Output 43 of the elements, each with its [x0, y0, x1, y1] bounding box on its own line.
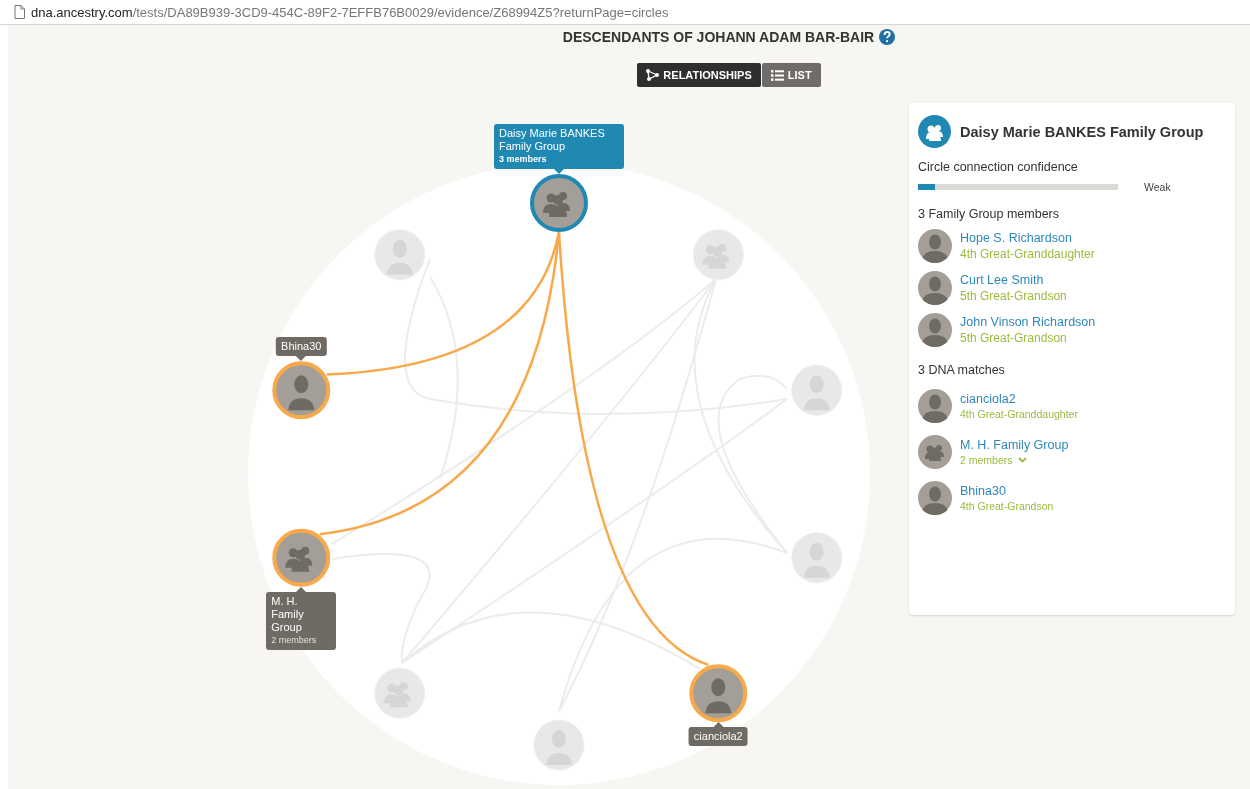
match-relation: 4th Great-Granddaughter: [960, 408, 1078, 420]
member-link[interactable]: John Vinson Richardson: [960, 315, 1096, 329]
person-node[interactable]: [272, 361, 331, 420]
section-heading: 3 Family Group members: [918, 207, 1060, 221]
confidence-reading: Weak: [1144, 181, 1171, 193]
network-icon: [646, 69, 660, 81]
person-avatar-icon: [918, 229, 952, 263]
group-node[interactable]: [530, 174, 588, 232]
person-avatar-icon: [918, 389, 952, 423]
tooltip-subtitle: 3 members: [499, 153, 548, 166]
tooltip-subtitle: 2 members: [271, 633, 318, 647]
tooltip-title: cianciola2: [693, 730, 743, 744]
member-relation: 5th Great-Grandson: [960, 331, 1068, 345]
member-link[interactable]: Curt Lee Smith: [960, 273, 1067, 287]
group-icon: [918, 115, 951, 148]
view-tab[interactable]: RELATIONSHIPS: [637, 63, 761, 87]
tooltip-title: M. H. Family Group: [271, 594, 305, 634]
section-heading: 3 DNA matches: [918, 363, 1006, 377]
person-avatar-icon: [918, 481, 952, 515]
help-icon[interactable]: [879, 29, 896, 45]
match-link[interactable]: Bhina30: [960, 484, 1054, 498]
members-toggle[interactable]: 2 members: [960, 454, 1069, 466]
match-link[interactable]: M. H. Family Group: [960, 438, 1069, 452]
match-link[interactable]: cianciola2: [960, 392, 1078, 406]
match-relation: 4th Great-Grandson: [960, 500, 1054, 512]
person-node[interactable]: [689, 664, 748, 723]
member-relation: 4th Great-Granddaughter: [960, 247, 1095, 261]
card-title: Daisy Marie BANKES Family Group: [960, 123, 1204, 140]
page-icon: [14, 5, 25, 19]
view-tab[interactable]: LIST: [761, 63, 821, 87]
tooltip-title: Bhina30: [281, 340, 322, 354]
list-icon: [770, 69, 784, 81]
person-avatar-icon: [918, 313, 952, 347]
url-text: dna.ancestry.com/tests/DA89B939-3CD9-454C-89F2-7EFFB76B0029/evidence/Z68994Z5?returnPage=circles: [31, 4, 669, 20]
group-node[interactable]: [272, 528, 331, 587]
page-title: DESCENDANTS OF JOHANN ADAM BAR-BAIR: [562, 28, 875, 47]
member-link[interactable]: Hope S. Richardson: [960, 231, 1095, 245]
tooltip-title: Daisy Marie BANKES Family Group: [499, 127, 606, 153]
group-avatar-icon: [918, 435, 952, 469]
person-avatar-icon: [918, 271, 952, 305]
confidence-label: Circle connection confidence: [918, 160, 1079, 174]
chevron-icon: [1017, 457, 1027, 463]
member-relation: 5th Great-Grandson: [960, 289, 1067, 303]
